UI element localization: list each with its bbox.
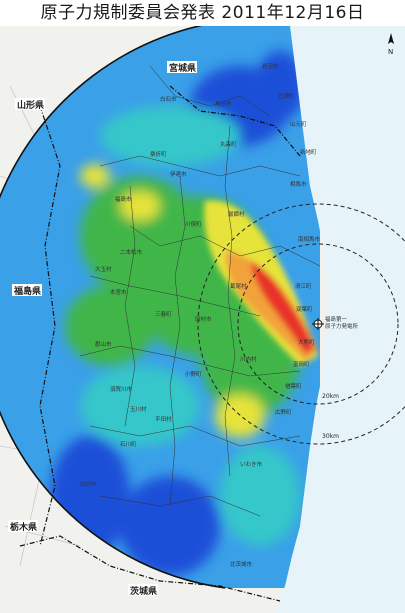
radiation-map: 20km 30km 福島第一 原子力発電所 N 宮城県 山形県 福島県 栃木県 … [0, 26, 405, 613]
town-sukagawa: 須賀川市 [110, 385, 133, 393]
pref-fukushima: 福島県 [13, 285, 41, 297]
town-nihonmatsu: 二本松市 [120, 248, 143, 256]
town-motomiya: 本宮市 [110, 288, 127, 296]
town-minamisoma: 南相馬市 [298, 235, 321, 243]
town-naraha: 楢葉町 [285, 382, 302, 390]
ring-30km-label: 30km [322, 433, 339, 440]
plant-label-2: 原子力発電所 [325, 322, 359, 330]
town-yamamoto: 山元町 [290, 120, 307, 128]
town-kawamata: 川俣町 [185, 220, 202, 228]
town-shiroishi: 白石市 [160, 95, 177, 103]
town-iitate: 飯舘村 [228, 210, 245, 218]
town-katsurao: 葛尾村 [230, 282, 247, 290]
town-namie: 浪江町 [295, 282, 312, 290]
town-futaba: 双葉町 [296, 305, 313, 313]
town-hirata: 平田村 [155, 415, 172, 423]
pref-ibaraki: 茨城県 [130, 585, 157, 597]
town-ono: 小野町 [185, 370, 202, 378]
town-otama: 大玉村 [95, 265, 112, 273]
town-hirono: 広野町 [275, 408, 292, 416]
town-iwanuma: 岩沼市 [262, 62, 279, 70]
town-miharu: 三春町 [155, 310, 172, 318]
town-ishikawa: 石川町 [120, 441, 137, 448]
town-soma: 相馬市 [290, 180, 307, 188]
town-kawauchi: 川内村 [240, 355, 257, 363]
town-kitaibaraki: 北茨城市 [230, 560, 253, 568]
ring-20km-label: 20km [322, 393, 339, 400]
town-fukushima: 福島市 [115, 195, 132, 203]
pref-tochigi: 栃木県 [10, 521, 37, 533]
town-koriyama: 郡山市 [95, 340, 112, 348]
town-tamura: 田村市 [195, 315, 212, 323]
town-okuma: 大熊町 [298, 338, 315, 346]
pref-yamagata: 山形県 [17, 99, 44, 111]
town-kori: 桑折町 [150, 150, 167, 158]
town-marumori: 丸森町 [220, 140, 237, 148]
town-tomioka: 富岡町 [293, 360, 310, 368]
town-kakuda: 角田市 [215, 100, 232, 108]
town-tamagawa: 玉川村 [130, 405, 147, 413]
town-date: 伊達市 [170, 170, 187, 178]
town-watari: 亘理町 [278, 93, 295, 100]
town-iwaki: いわき市 [240, 460, 263, 468]
plant-label-1: 福島第一 [325, 315, 348, 323]
town-shirakawa: 白河市 [80, 480, 97, 488]
pref-miyagi: 宮城県 [169, 62, 196, 74]
map-title: 原子力規制委員会発表 2011年12月16日 [40, 3, 365, 23]
north-label: N [388, 48, 393, 56]
town-shinchi: 新地町 [300, 148, 317, 156]
